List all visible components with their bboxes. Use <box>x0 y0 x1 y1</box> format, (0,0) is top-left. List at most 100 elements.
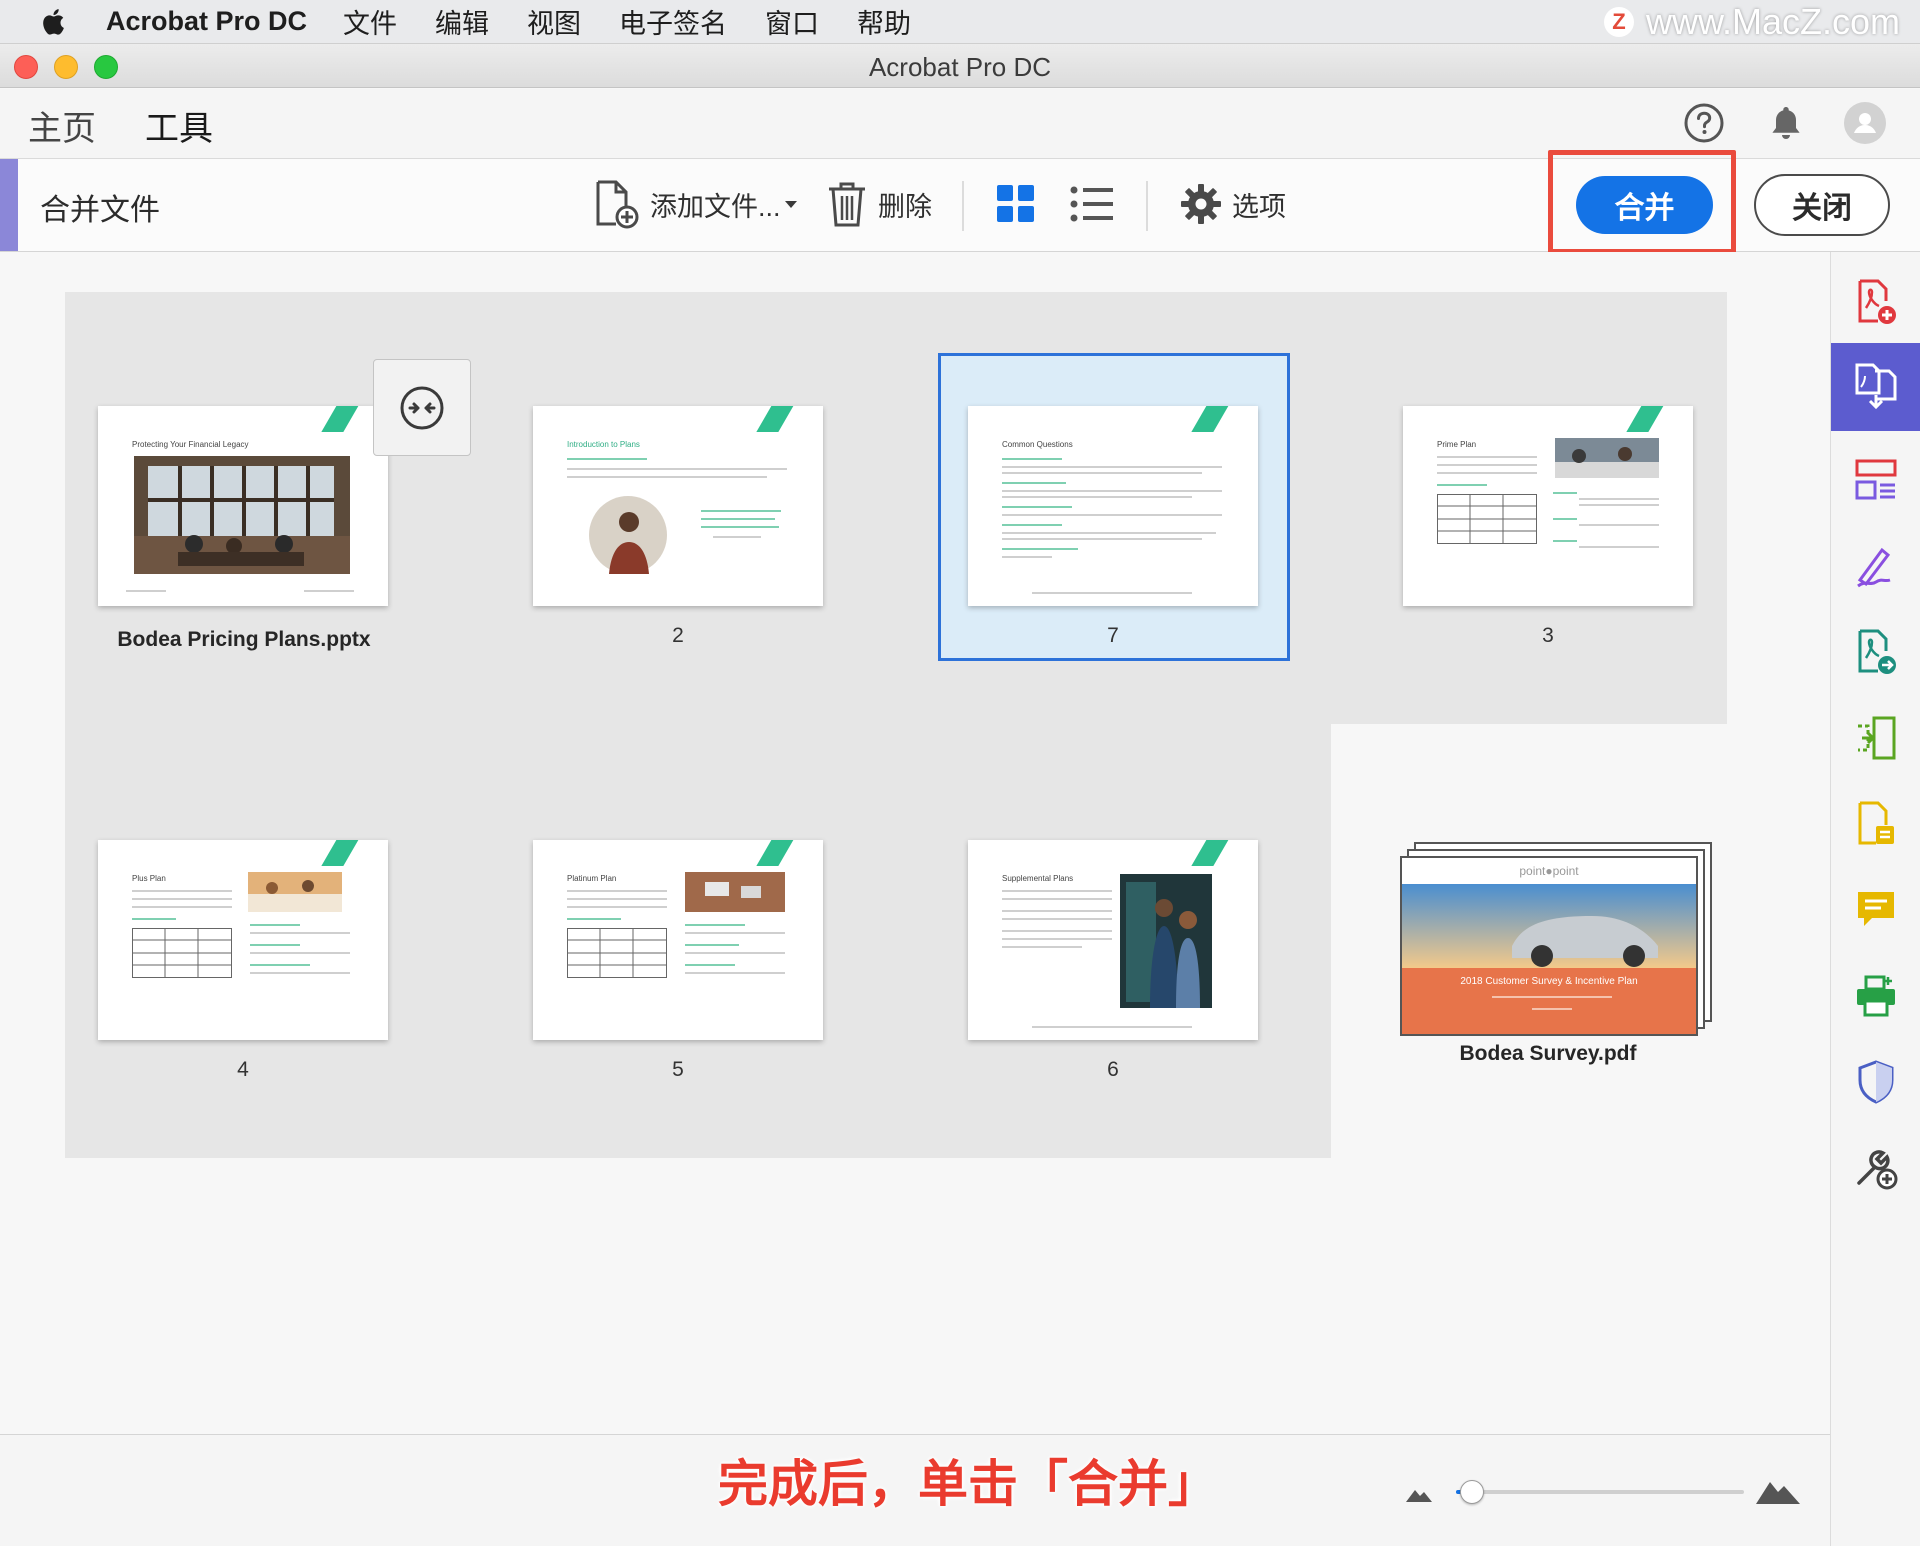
text-line <box>1002 548 1078 550</box>
options-button[interactable]: 选项 <box>1180 179 1286 229</box>
apple-icon[interactable] <box>40 7 70 37</box>
list-view-button[interactable] <box>1070 179 1124 229</box>
page-title: Prime Plan <box>1437 440 1477 449</box>
survey-banner-title: 2018 Customer Survey & Incentive Plan <box>1460 976 1638 987</box>
rail-more-tools[interactable] <box>1831 1124 1920 1212</box>
text-line <box>1437 456 1537 458</box>
grid-view-button[interactable] <box>997 179 1045 229</box>
text-line <box>1002 514 1222 516</box>
menu-app-name[interactable]: Acrobat Pro DC <box>106 6 307 37</box>
text-line <box>1579 524 1659 526</box>
text-line <box>1579 546 1659 548</box>
add-files-button[interactable]: 添加文件... <box>594 179 809 229</box>
page-thumbnail[interactable]: Prime Plan <box>1403 406 1693 606</box>
tab-home[interactable]: 主页 <box>28 101 96 150</box>
page-thumbnail[interactable]: Introduction to Plans <box>533 406 823 606</box>
merge-button[interactable]: 合并 <box>1576 176 1713 234</box>
text-line <box>1492 996 1612 998</box>
text-line <box>685 944 739 946</box>
list-view-icon <box>1070 186 1113 222</box>
rail-print-production[interactable] <box>1831 952 1920 1040</box>
tab-tools[interactable]: 工具 <box>145 101 213 164</box>
text-line <box>132 906 232 908</box>
text-line <box>304 590 354 592</box>
survey-brand: point●point <box>1519 864 1579 878</box>
page-thumbnail[interactable]: Platinum Plan <box>533 840 823 1040</box>
text-line <box>250 924 300 926</box>
zoom-out-mountain-icon[interactable] <box>1404 1482 1434 1504</box>
page-thumbnail[interactable]: Common Questions <box>968 406 1258 606</box>
text-line <box>1002 918 1112 920</box>
window-title-bar: Acrobat Pro DC <box>0 44 1920 88</box>
text-line <box>567 898 667 900</box>
page-title: Plus Plan <box>132 874 166 883</box>
desk-photo <box>685 872 785 912</box>
text-line <box>1002 930 1112 932</box>
text-line <box>685 952 785 954</box>
page-title: Protecting Your Financial Legacy <box>132 440 249 449</box>
app-tabs-bar: 主页 工具 <box>0 89 1920 164</box>
wrench-add-icon <box>1857 1150 1898 1190</box>
menu-esign[interactable]: 电子签名 <box>619 2 727 41</box>
organize-pages-icon <box>1855 459 1897 500</box>
text-line <box>567 906 667 908</box>
help-icon[interactable] <box>1682 101 1726 145</box>
thumbnail-size-slider[interactable] <box>1456 1490 1744 1494</box>
page-thumbnail[interactable]: Supplemental Plans <box>968 840 1258 1040</box>
text-line <box>567 468 787 470</box>
office-photo <box>134 456 350 574</box>
bell-icon[interactable] <box>1764 101 1808 145</box>
text-line <box>685 964 735 966</box>
brand-stripe <box>321 840 361 866</box>
rail-fill-sign[interactable] <box>1831 522 1920 610</box>
text-line <box>250 932 350 934</box>
menu-window[interactable]: 窗口 <box>765 2 819 41</box>
account-icon[interactable] <box>1843 101 1887 145</box>
text-line <box>567 890 667 892</box>
rail-create-pdf[interactable] <box>1831 258 1920 346</box>
gear-icon <box>1181 184 1221 224</box>
rail-comment[interactable] <box>1831 866 1920 954</box>
text-line <box>1579 498 1659 500</box>
text-line <box>1002 538 1202 540</box>
text-line <box>1002 946 1082 948</box>
page-thumbnail[interactable]: Plus Plan <box>98 840 388 1040</box>
page-thumbnail[interactable]: Protecting Your Financial Legacy <box>98 406 388 606</box>
close-button[interactable]: 关闭 <box>1754 174 1890 236</box>
rail-export-pdf[interactable] <box>1831 608 1920 696</box>
text-line <box>1002 496 1192 498</box>
text-line <box>126 590 166 592</box>
text-line <box>567 918 621 920</box>
text-line <box>132 890 232 892</box>
watermark-text: www.MacZ.com <box>1645 1 1900 42</box>
menu-edit[interactable]: 编辑 <box>435 2 489 41</box>
brand-stripe <box>1626 406 1666 432</box>
trash-icon <box>829 182 865 227</box>
page-number-label: 3 <box>1542 624 1554 647</box>
meeting-photo <box>1555 438 1659 478</box>
zoom-in-mountain-icon[interactable] <box>1754 1474 1802 1506</box>
pdf-file-stack[interactable]: point●point 2018 Customer Survey & Incen… <box>1400 840 1712 1036</box>
menu-file[interactable]: 文件 <box>343 2 397 41</box>
grid-view-icon <box>997 185 1034 222</box>
add-files-label: 添加文件... <box>650 191 781 222</box>
text-line <box>1002 938 1112 940</box>
rail-compress[interactable] <box>1831 694 1920 782</box>
rail-protect[interactable] <box>1831 1038 1920 1126</box>
rail-combine-files[interactable] <box>1831 343 1920 431</box>
text-line <box>1002 490 1222 492</box>
menu-help[interactable]: 帮助 <box>857 2 911 41</box>
text-line <box>1002 506 1072 508</box>
rail-edit-pdf[interactable] <box>1831 780 1920 868</box>
collapse-pages-button[interactable] <box>373 359 471 456</box>
rail-organize-pages[interactable] <box>1831 436 1920 524</box>
text-line <box>567 476 767 478</box>
thumbnail-size-knob[interactable] <box>1460 1480 1484 1504</box>
instruction-caption: 完成后，单击「合并」 <box>718 1456 1218 1512</box>
text-line <box>1532 1008 1572 1010</box>
pricing-table <box>567 928 667 978</box>
shield-icon <box>1858 1060 1894 1104</box>
brand-stripe <box>756 840 796 866</box>
menu-view[interactable]: 视图 <box>527 2 581 41</box>
delete-button[interactable]: 删除 <box>826 179 932 229</box>
